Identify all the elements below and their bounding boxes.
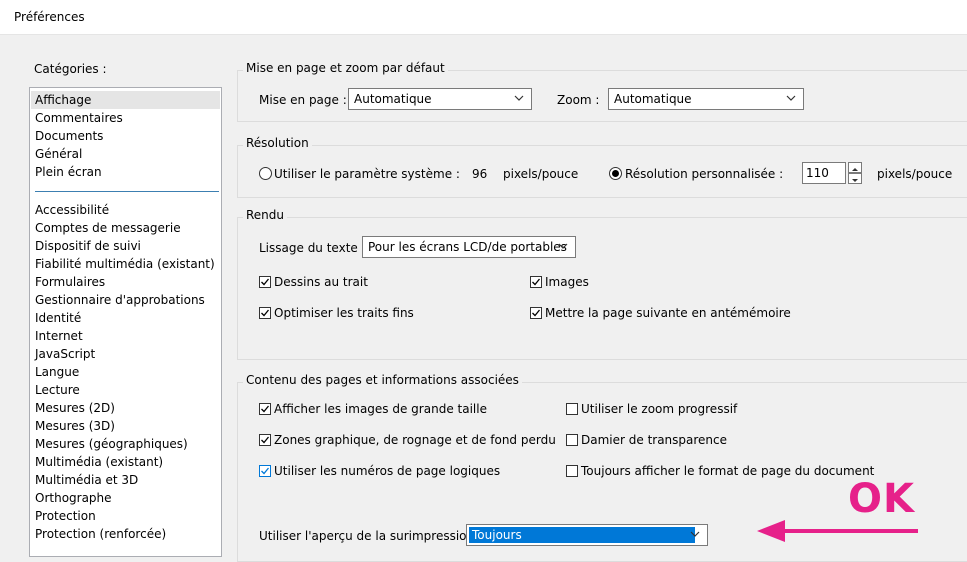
logical-page-numbers-label: Utiliser les numéros de page logiques bbox=[274, 464, 501, 478]
always-doc-size-checkbox[interactable] bbox=[566, 465, 578, 477]
thin-lines-checkbox[interactable] bbox=[259, 307, 271, 319]
spin-up-button[interactable] bbox=[848, 162, 862, 173]
line-art-label: Dessins au trait bbox=[274, 275, 368, 289]
rendering-group-title: Rendu bbox=[243, 208, 288, 222]
category-item[interactable]: Mesures (2D) bbox=[35, 399, 115, 417]
check-icon bbox=[261, 309, 270, 317]
page-layout-label: Mise en page : bbox=[259, 93, 347, 107]
transparency-grid-label: Damier de transparence bbox=[581, 433, 728, 447]
overprint-preview-value: Toujours bbox=[469, 527, 695, 543]
chevron-down-icon bbox=[514, 95, 524, 101]
check-icon bbox=[532, 278, 541, 286]
category-item-general[interactable]: Général bbox=[35, 145, 82, 163]
smooth-zoom-label: Utiliser le zoom progressif bbox=[581, 402, 738, 416]
check-icon bbox=[532, 309, 541, 317]
check-icon bbox=[261, 467, 270, 475]
text-smoothing-value: Pour les écrans LCD/de portables bbox=[368, 240, 567, 254]
spin-down-button[interactable] bbox=[848, 173, 862, 184]
category-item[interactable]: Dispositif de suivi bbox=[35, 237, 141, 255]
category-item[interactable]: Orthographe bbox=[35, 489, 112, 507]
chevron-down-icon bbox=[690, 531, 700, 537]
zoom-value: Automatique bbox=[614, 92, 692, 106]
chevron-down-icon bbox=[786, 95, 796, 101]
category-item[interactable]: Lecture bbox=[35, 381, 80, 399]
custom-resolution-label: Résolution personnalisée : bbox=[625, 167, 784, 181]
custom-resolution-input[interactable]: 110 bbox=[802, 162, 846, 184]
category-item[interactable]: Formulaires bbox=[35, 273, 105, 291]
category-separator bbox=[35, 191, 219, 192]
art-trim-bleed-checkbox[interactable] bbox=[259, 434, 271, 446]
category-item[interactable]: Protection bbox=[35, 507, 96, 525]
logical-page-numbers-checkbox[interactable] bbox=[259, 465, 271, 477]
line-art-checkbox[interactable] bbox=[259, 276, 271, 288]
arrow-down-icon bbox=[852, 179, 858, 182]
category-item[interactable]: Accessibilité bbox=[35, 201, 109, 219]
resolution-spinner[interactable] bbox=[848, 162, 862, 184]
zoom-label: Zoom : bbox=[557, 93, 600, 107]
cache-page-checkbox[interactable] bbox=[530, 307, 542, 319]
window-title: Préférences bbox=[14, 10, 85, 24]
category-item-affichage[interactable]: Affichage bbox=[31, 91, 220, 109]
transparency-grid-checkbox[interactable] bbox=[566, 434, 578, 446]
ok-annotation: OK bbox=[848, 476, 915, 522]
category-item[interactable]: Multimédia et 3D bbox=[35, 471, 138, 489]
page-layout-value: Automatique bbox=[354, 92, 432, 106]
chevron-down-icon bbox=[558, 243, 568, 249]
categories-list[interactable]: Affichage Commentaires Documents Général… bbox=[29, 87, 222, 557]
category-item[interactable]: Comptes de messagerie bbox=[35, 219, 181, 237]
category-item[interactable]: JavaScript bbox=[35, 345, 95, 363]
category-item-plein-ecran[interactable]: Plein écran bbox=[35, 163, 102, 181]
check-icon bbox=[261, 405, 270, 413]
category-item[interactable]: Fiabilité multimédia (existant) bbox=[35, 255, 215, 273]
category-item[interactable]: Mesures (3D) bbox=[35, 417, 115, 435]
system-resolution-unit: pixels/pouce bbox=[503, 167, 579, 181]
zoom-select[interactable]: Automatique bbox=[608, 88, 804, 110]
category-item-commentaires[interactable]: Commentaires bbox=[35, 109, 123, 127]
text-smoothing-select[interactable]: Pour les écrans LCD/de portables bbox=[362, 236, 576, 258]
category-item[interactable]: Gestionnaire d'approbations bbox=[35, 291, 205, 309]
smooth-zoom-checkbox[interactable] bbox=[566, 403, 578, 415]
system-resolution-value: 96 bbox=[472, 167, 488, 181]
custom-resolution-radio[interactable] bbox=[609, 167, 622, 180]
text-smoothing-label: Lissage du texte : bbox=[259, 241, 366, 255]
images-label: Images bbox=[545, 275, 589, 289]
custom-resolution-value: 110 bbox=[806, 166, 829, 180]
category-item[interactable]: Mesures (géographiques) bbox=[35, 435, 188, 453]
always-doc-size-label: Toujours afficher le format de page du d… bbox=[581, 464, 875, 478]
thin-lines-label: Optimiser les traits fins bbox=[274, 306, 414, 320]
large-images-checkbox[interactable] bbox=[259, 403, 271, 415]
system-resolution-radio[interactable] bbox=[259, 167, 272, 180]
system-resolution-label: Utiliser le paramètre système : bbox=[274, 167, 460, 181]
category-item[interactable]: Langue bbox=[35, 363, 79, 381]
page-layout-select[interactable]: Automatique bbox=[348, 88, 532, 110]
check-icon bbox=[261, 436, 270, 444]
title-bar: Préférences bbox=[0, 0, 967, 35]
categories-label: Catégories : bbox=[34, 62, 107, 76]
art-trim-bleed-label: Zones graphique, de rognage et de fond p… bbox=[274, 433, 556, 447]
custom-resolution-unit: pixels/pouce bbox=[877, 167, 953, 181]
overprint-preview-select[interactable]: Toujours bbox=[466, 524, 708, 546]
arrow-left-icon bbox=[757, 520, 918, 542]
large-images-label: Afficher les images de grande taille bbox=[274, 402, 487, 416]
images-checkbox[interactable] bbox=[530, 276, 542, 288]
layout-zoom-group-title: Mise en page et zoom par défaut bbox=[243, 61, 448, 75]
cache-page-label: Mettre la page suivante en antémémoire bbox=[545, 306, 791, 320]
category-item[interactable]: Multimédia (existant) bbox=[35, 453, 163, 471]
page-content-group-title: Contenu des pages et informations associ… bbox=[243, 373, 522, 387]
overprint-preview-label: Utiliser l'aperçu de la surimpression : bbox=[259, 529, 482, 543]
category-item[interactable]: Protection (renforcée) bbox=[35, 525, 166, 543]
category-item[interactable]: Identité bbox=[35, 309, 81, 327]
check-icon bbox=[261, 278, 270, 286]
resolution-group-title: Résolution bbox=[243, 136, 312, 150]
category-item-documents[interactable]: Documents bbox=[35, 127, 103, 145]
category-item[interactable]: Internet bbox=[35, 327, 83, 345]
